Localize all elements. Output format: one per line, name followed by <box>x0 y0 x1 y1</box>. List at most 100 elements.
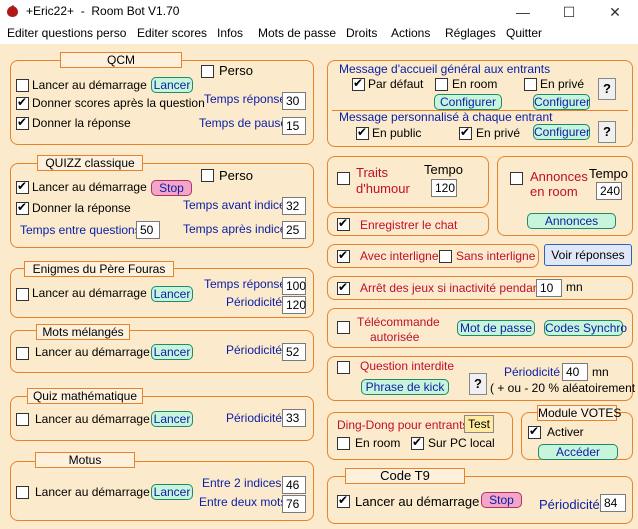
quizz-perso-checkbox[interactable] <box>201 169 214 182</box>
forbidden-question-label: Question interdite <box>360 359 455 373</box>
welcome-private-label: En privé <box>540 77 585 91</box>
remote-checkbox[interactable] <box>337 321 350 334</box>
menu-editer-questions[interactable]: Editer questions perso <box>7 26 126 40</box>
welcome-help-button[interactable]: ? <box>598 78 616 100</box>
motus-launch-start-checkbox[interactable] <box>16 486 29 499</box>
menu-reglages[interactable]: Réglages <box>445 26 496 40</box>
traits-label-1: Traits <box>356 165 389 180</box>
enigmes-period-input[interactable]: 120 <box>282 296 306 314</box>
annonces-checkbox[interactable] <box>510 172 523 185</box>
welcome-configure-private-button[interactable]: Configurer <box>533 94 590 110</box>
quizz-after-hint-input[interactable]: 25 <box>282 221 306 239</box>
traits-tempo-input[interactable]: 120 <box>431 179 457 197</box>
motus-between-words-label: Entre deux mots <box>199 495 287 509</box>
qcm-launch-button[interactable]: Lancer <box>151 77 193 93</box>
enigmes-launch-start-checkbox[interactable] <box>16 288 29 301</box>
dingdong-test-button[interactable]: Test <box>464 415 494 433</box>
record-chat-checkbox[interactable] <box>337 216 350 231</box>
forbidden-period-input[interactable]: 40 <box>562 363 588 381</box>
votes-activate-checkbox[interactable] <box>528 424 541 439</box>
annonces-label-1: Annonces <box>530 169 588 184</box>
spacing-with-label: Avec interligne <box>360 249 439 263</box>
personal-private-checkbox[interactable] <box>459 125 472 140</box>
votes-activate-label: Activer <box>547 425 584 439</box>
traits-checkbox[interactable] <box>337 172 350 185</box>
codet9-title: Code T9 <box>345 468 465 484</box>
motus-launch-button[interactable]: Lancer <box>151 484 193 500</box>
votes-access-button[interactable]: Accéder <box>538 444 618 460</box>
welcome-private-checkbox[interactable] <box>524 78 537 91</box>
quizz-launch-start-checkbox[interactable] <box>16 179 29 194</box>
welcome-default-checkbox[interactable] <box>352 76 365 91</box>
quizz-before-hint-input[interactable]: 32 <box>282 197 306 215</box>
codet9-stop-button[interactable]: Stop <box>481 492 522 508</box>
menu-droits[interactable]: Droits <box>346 26 377 40</box>
qcm-give-answer-checkbox[interactable] <box>16 115 29 130</box>
annonces-button[interactable]: Annonces <box>527 213 616 229</box>
quizmath-period-label: Périodicité <box>226 411 283 425</box>
quizmath-launch-start-checkbox[interactable] <box>16 413 29 426</box>
enigmes-answer-time-input[interactable]: 100 <box>282 277 306 295</box>
forbidden-help-button[interactable]: ? <box>469 373 487 395</box>
welcome-configure-room-button[interactable]: Configurer <box>434 94 502 110</box>
menu-editer-scores[interactable]: Editer scores <box>137 26 207 40</box>
quizz-give-answer-checkbox[interactable] <box>16 200 29 215</box>
close-button[interactable]: ✕ <box>592 0 638 24</box>
qcm-perso-checkbox[interactable] <box>201 65 214 78</box>
menu-mots-de-passe[interactable]: Mots de passe <box>258 26 336 40</box>
see-answers-button[interactable]: Voir réponses <box>544 244 632 266</box>
qcm-pause-time-label: Temps de pause <box>199 116 288 130</box>
quizz-launch-start-label: Lancer au démarrage <box>32 180 147 194</box>
remote-sync-button[interactable]: Codes Synchro <box>544 320 627 336</box>
annonces-tempo-input[interactable]: 240 <box>596 182 622 200</box>
maximize-button[interactable]: ☐ <box>546 0 592 24</box>
mots-launch-button[interactable]: Lancer <box>151 344 193 360</box>
motus-between-words-input[interactable]: 76 <box>282 495 306 513</box>
dingdong-in-room-checkbox[interactable] <box>337 437 350 450</box>
dingdong-local-pc-checkbox[interactable] <box>411 435 424 450</box>
kick-phrase-button[interactable]: Phrase de kick <box>361 379 449 395</box>
mots-period-input[interactable]: 52 <box>282 343 306 361</box>
codet9-launch-start-checkbox[interactable] <box>337 493 350 508</box>
quizmath-launch-button[interactable]: Lancer <box>151 411 193 427</box>
traits-label-2: d'humour <box>356 181 410 196</box>
motus-launch-start-label: Lancer au démarrage <box>35 485 150 499</box>
enigmes-period-label: Périodicité <box>226 295 283 309</box>
qcm-answer-time-input[interactable]: 30 <box>282 92 306 110</box>
quizz-stop-button[interactable]: Stop <box>151 180 192 196</box>
menu-infos[interactable]: Infos <box>217 26 243 40</box>
personal-public-checkbox[interactable] <box>356 125 369 140</box>
qcm-pause-time-input[interactable]: 15 <box>282 117 306 135</box>
quizz-between-q-label: Temps entre questions <box>20 223 141 237</box>
menu-quitter[interactable]: Quitter <box>506 26 542 40</box>
personal-help-button[interactable]: ? <box>598 121 616 143</box>
quizmath-period-input[interactable]: 33 <box>282 409 306 427</box>
menu-actions[interactable]: Actions <box>391 26 430 40</box>
inactivity-checkbox[interactable] <box>337 280 350 295</box>
inactivity-input[interactable]: 10 <box>536 279 562 297</box>
welcome-in-room-checkbox[interactable] <box>435 78 448 91</box>
motus-between-hints-input[interactable]: 46 <box>282 476 306 494</box>
enigmes-launch-button[interactable]: Lancer <box>151 286 193 302</box>
remote-password-button[interactable]: Mot de passe <box>457 320 535 336</box>
dingdong-local-pc-label: Sur PC local <box>428 436 495 450</box>
spacing-with-checkbox[interactable] <box>337 248 350 263</box>
quizz-between-q-input[interactable]: 50 <box>136 221 160 239</box>
qcm-launch-start-checkbox[interactable] <box>16 79 29 92</box>
dingdong-in-room-label: En room <box>355 436 401 450</box>
spacing-without-checkbox[interactable] <box>439 250 452 263</box>
codet9-period-input[interactable]: 84 <box>600 494 626 512</box>
qcm-give-scores-checkbox[interactable] <box>16 95 29 110</box>
inactivity-unit: mn <box>566 280 583 294</box>
inactivity-label: Arrêt des jeux si inactivité pendant <box>360 281 543 295</box>
mots-launch-start-checkbox[interactable] <box>16 347 29 360</box>
spacing-without-label: Sans interligne <box>456 249 536 263</box>
qcm-answer-time-label: Temps réponse <box>204 92 287 106</box>
personal-configure-button[interactable]: Configurer <box>533 124 590 140</box>
forbidden-question-checkbox[interactable] <box>337 361 350 374</box>
codet9-period-label: Périodicité <box>539 497 600 512</box>
quizz-title: QUIZZ classique <box>37 155 143 171</box>
minimize-button[interactable]: — <box>500 0 546 24</box>
quizz-give-answer-label: Donner la réponse <box>32 201 131 215</box>
quizz-before-hint-label: Temps avant indice <box>183 198 286 212</box>
